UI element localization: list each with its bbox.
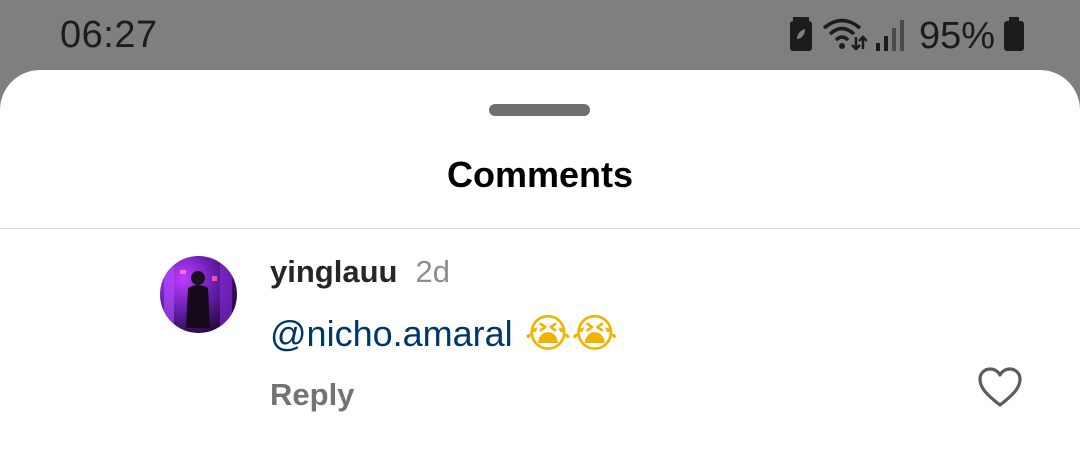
battery-percent: 95% [918, 14, 995, 57]
status-icons: 95% [789, 14, 1025, 58]
comment-item: yinglauu 2d @nicho.amaral 😭😭 Reply [0, 229, 1080, 468]
mention-link[interactable]: @nicho.amaral [270, 313, 513, 355]
comments-sheet: Comments yinglauu 2d @nicho.amaral 😭😭 Re… [0, 70, 1080, 468]
avatar[interactable] [160, 256, 237, 333]
status-time: 06:27 [60, 14, 158, 56]
crying-emoji: 😭😭 [524, 311, 619, 357]
drag-handle[interactable] [489, 104, 590, 116]
comment-time: 2d [415, 254, 450, 289]
comment-text: @nicho.amaral 😭😭 [270, 311, 618, 357]
signal-icon [875, 17, 905, 56]
comment-username[interactable]: yinglauu [270, 254, 397, 290]
reply-button[interactable]: Reply [270, 377, 354, 413]
battery-icon [1003, 16, 1025, 56]
comment-header: yinglauu 2d [270, 254, 450, 290]
battery-saver-icon [789, 16, 813, 56]
status-bar: 06:27 95% [0, 0, 1080, 70]
sheet-title: Comments [446, 154, 634, 195]
wifi-icon [821, 17, 868, 56]
like-button[interactable] [976, 366, 1024, 413]
heart-outline-icon [977, 366, 1023, 413]
